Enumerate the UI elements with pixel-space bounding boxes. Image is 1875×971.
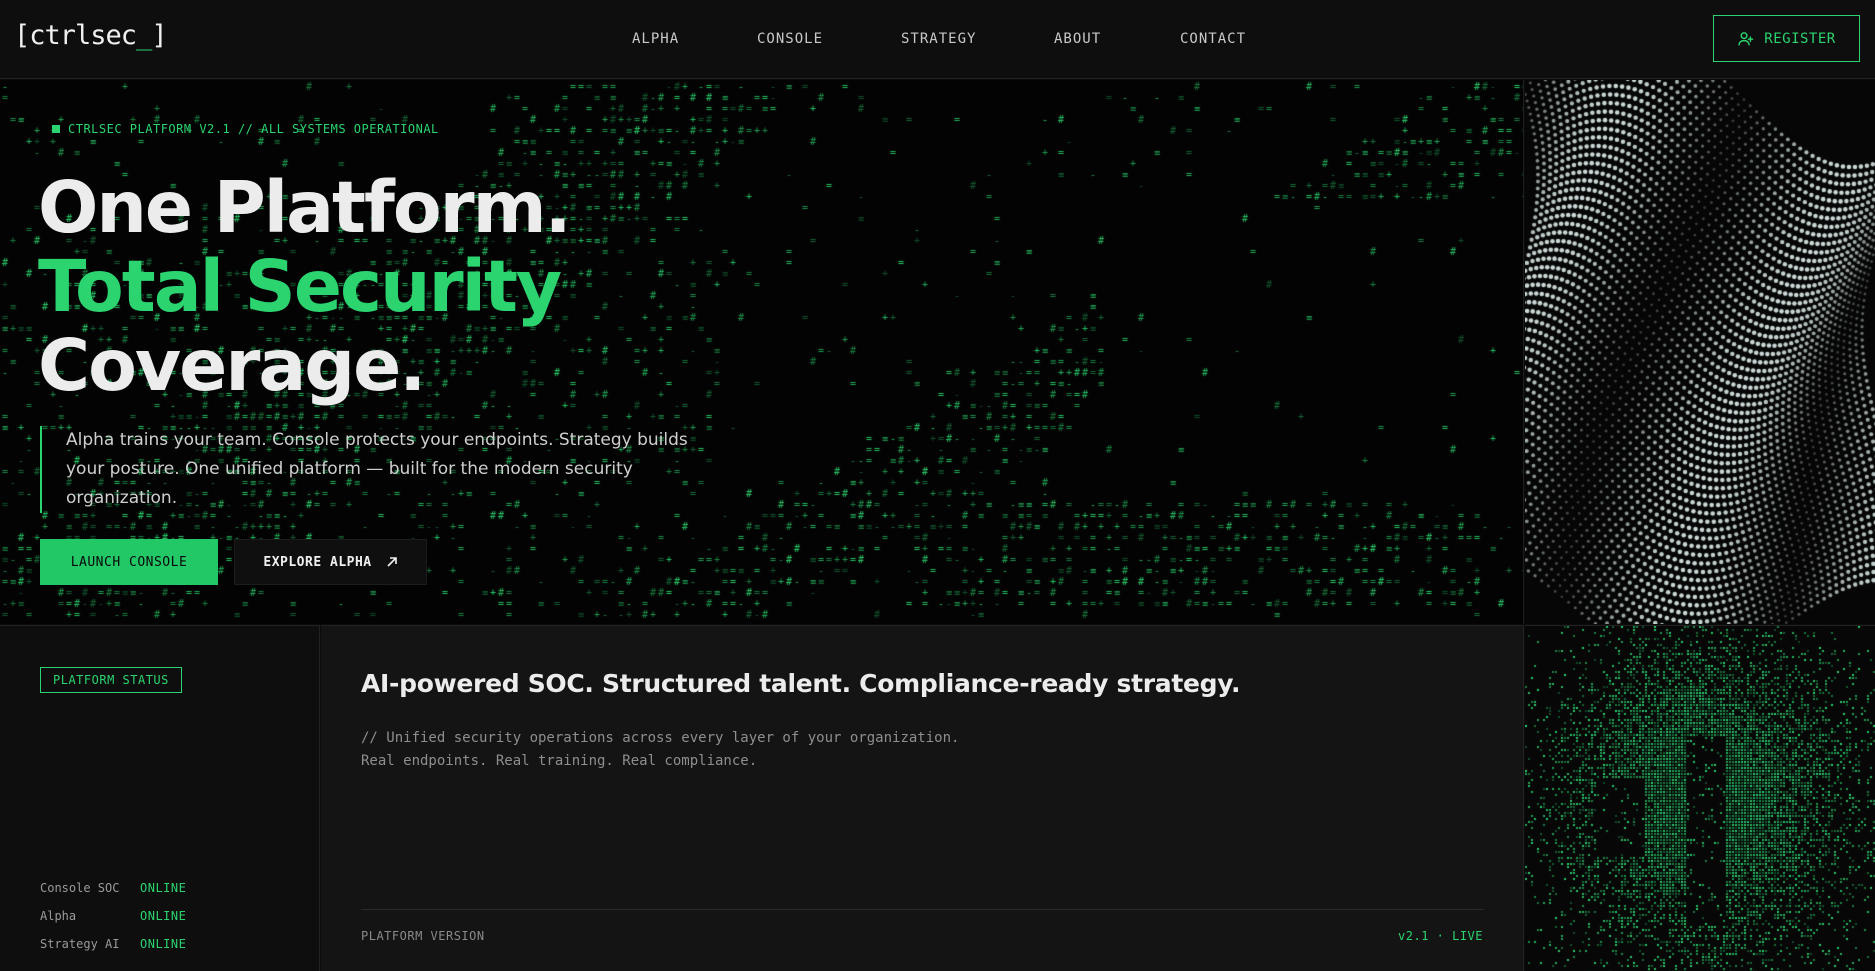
headline-line-2: Total Security bbox=[38, 245, 562, 328]
status-square-icon bbox=[52, 125, 60, 133]
arrow-up-right-icon bbox=[387, 557, 397, 567]
explore-alpha-button[interactable]: EXPLORE ALPHA bbox=[234, 539, 427, 585]
nav-link-alpha[interactable]: ALPHA bbox=[632, 31, 679, 47]
status-row: Strategy AI ONLINE bbox=[40, 930, 186, 958]
status-name: Console SOC bbox=[40, 881, 120, 895]
nav-link-about[interactable]: ABOUT bbox=[1054, 31, 1101, 47]
top-nav: [ctrlsec_] ALPHA CONSOLE STRATEGY ABOUT … bbox=[0, 0, 1875, 79]
headline-line-1: One Platform. bbox=[38, 166, 572, 249]
logo-cursor: _ bbox=[136, 20, 152, 51]
divider bbox=[361, 909, 1484, 910]
platform-version-label: PLATFORM VERSION bbox=[361, 929, 485, 943]
status-name: Strategy AI bbox=[40, 937, 120, 951]
nav-link-console[interactable]: CONSOLE bbox=[757, 31, 823, 47]
status-value: ONLINE bbox=[140, 937, 187, 951]
summary-subtitle: // Unified security operations across ev… bbox=[361, 727, 959, 773]
nav-link-strategy[interactable]: STRATEGY bbox=[901, 31, 976, 47]
dot-wave-graphic bbox=[1525, 80, 1875, 624]
status-value: ONLINE bbox=[140, 881, 187, 895]
status-value: ONLINE bbox=[140, 909, 187, 923]
pixel-visual bbox=[1525, 625, 1875, 971]
pixel-mosaic-graphic bbox=[1525, 626, 1875, 971]
register-label: REGISTER bbox=[1764, 30, 1836, 47]
summary-subtitle-line-1: // Unified security operations across ev… bbox=[361, 730, 960, 746]
summary-subtitle-line-2: Real endpoints. Real training. Real comp… bbox=[361, 753, 758, 769]
user-plus-icon bbox=[1738, 32, 1754, 46]
hero-tag-text: CTRLSEC PLATFORM V2.1 // ALL SYSTEMS OPE… bbox=[68, 122, 439, 136]
launch-console-button[interactable]: LAUNCH CONSOLE bbox=[40, 539, 218, 585]
hero-headline: One Platform. Total Security Coverage. bbox=[38, 166, 572, 407]
platform-status-badge: PLATFORM STATUS bbox=[40, 667, 182, 693]
logo-text: [ctrlsec bbox=[14, 20, 137, 51]
logo[interactable]: [ctrlsec_] bbox=[14, 20, 168, 51]
summary-panel: AI-powered SOC. Structured talent. Compl… bbox=[321, 625, 1524, 971]
platform-version-value: v2.1 · LIVE bbox=[1398, 929, 1483, 943]
explore-alpha-label: EXPLORE ALPHA bbox=[263, 554, 372, 570]
status-row: Console SOC ONLINE bbox=[40, 874, 186, 902]
status-name: Alpha bbox=[40, 909, 77, 923]
hero-section: CTRLSEC PLATFORM V2.1 // ALL SYSTEMS OPE… bbox=[0, 80, 1524, 624]
summary-title: AI-powered SOC. Structured talent. Compl… bbox=[361, 669, 1241, 698]
platform-status-panel: PLATFORM STATUS Console SOC ONLINE Alpha… bbox=[0, 625, 320, 971]
logo-bracket: ] bbox=[151, 20, 167, 51]
register-button[interactable]: REGISTER bbox=[1713, 15, 1860, 62]
headline-line-3: Coverage. bbox=[38, 324, 426, 407]
nav-link-contact[interactable]: CONTACT bbox=[1180, 31, 1246, 47]
status-list: Console SOC ONLINE Alpha ONLINE Strategy… bbox=[40, 874, 186, 958]
hero-tag: CTRLSEC PLATFORM V2.1 // ALL SYSTEMS OPE… bbox=[52, 122, 439, 136]
status-row: Alpha ONLINE bbox=[40, 902, 186, 930]
hero-description: Alpha trains your team. Console protects… bbox=[40, 426, 720, 513]
wave-visual bbox=[1525, 80, 1875, 624]
